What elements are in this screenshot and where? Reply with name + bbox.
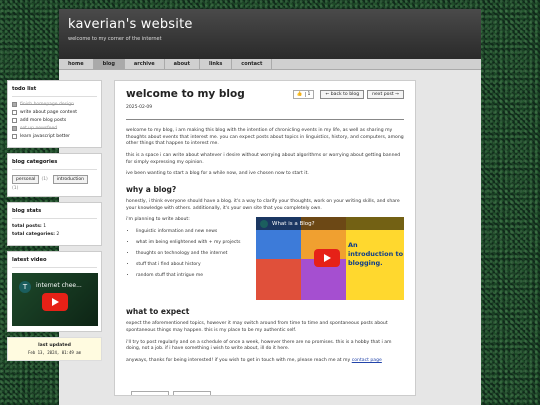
nav-home[interactable]: home [59,59,94,69]
checkbox-icon[interactable] [12,134,17,139]
video-titlebar: What is a Blog? [256,217,404,231]
nav-archive[interactable]: archive [125,59,165,69]
section-heading-why: why a blog? [126,184,177,194]
back-to-blog-button[interactable]: ← back to blog [320,89,365,99]
list-item: what im being enlightened with + my proj… [136,240,252,245]
post-paragraph: honestly, i think everyone should have a… [126,198,400,211]
video-heading: latest video [12,257,47,263]
post-paragraph: ive been wanting to start a blog for a w… [126,171,309,177]
next-post-button[interactable]: next post → [367,89,404,99]
nav-about[interactable]: about [165,59,200,69]
post-pager [131,391,211,395]
thumbs-up-icon: 👍 [296,91,303,97]
checkbox-icon[interactable] [12,118,17,123]
list-and-video: i'm planning to write about: linguistic … [126,217,404,301]
todo-box: todo list finish homepage design write a… [7,80,102,148]
post-paragraph: expect the aforementioned topics, howeve… [126,321,388,333]
play-icon[interactable] [42,293,68,311]
checkbox-checked-icon[interactable] [12,126,17,131]
categories-box: blog categories personal (1) introductio… [7,153,102,197]
todo-item[interactable]: finish homepage design [12,102,97,107]
nav-contact[interactable]: contact [232,59,273,69]
todo-item[interactable]: add more blog posts [12,118,97,123]
tag-count: (1) [12,186,19,191]
site-header: kaverian's website welcome to my corner … [59,9,481,59]
todo-heading: todo list [12,86,37,92]
list-item: thoughts on technology and the internet [136,251,252,256]
todo-item[interactable]: learn javascript better [12,134,97,139]
nav-blog[interactable]: blog [93,59,125,69]
topics-list: linguistic information and new news what… [126,229,252,278]
last-updated-date: Feb 13, 2024, 01:49 am [28,350,81,355]
pager-tab[interactable] [131,391,169,395]
site-title[interactable]: kaverian's website [68,17,472,32]
nav-links[interactable]: links [200,59,233,69]
categories-heading: blog categories [12,159,58,165]
post-paragraph: this is a space i can write about whatev… [126,152,401,165]
last-updated-box: last updated Feb 13, 2024, 01:49 am [7,337,102,361]
post-paragraph: anyways, thanks for being interested! if… [126,357,382,363]
tag-introduction[interactable]: introduction [52,175,88,184]
contact-page-link[interactable]: contact page [352,358,382,363]
stat-categories: total categories: 2 [12,232,60,237]
post-date: 2025-02-09 [126,105,153,110]
like-button[interactable]: 👍 1 [292,89,315,99]
site-subtitle: welcome to my corner of the internet [68,36,162,42]
blog-post: welcome to my blog 👍 1 ← back to blog nex… [114,80,416,396]
stats-heading: blog stats [12,208,42,214]
pager-tab[interactable] [173,391,211,395]
play-icon[interactable] [314,249,340,268]
todo-item[interactable]: write about page content [12,110,97,115]
divider [126,119,404,120]
video-caption: An introduction to blogging. [348,241,404,267]
blog-video-embed[interactable]: What is a Blog? An introduction to blogg… [256,217,404,301]
list-item: random stuff that intrigue me [136,273,252,278]
list-intro: i'm planning to write about: [126,217,190,223]
checkbox-icon[interactable] [12,110,17,115]
latest-video-embed[interactable]: T internet chee... [12,273,98,326]
main-nav: home blog archive about links contact [59,59,481,70]
checkbox-checked-icon[interactable] [12,102,17,107]
last-updated-label: last updated [38,343,71,348]
video-box: latest video T internet chee... [7,251,102,332]
tag-count: (1) [41,177,48,182]
post-paragraph: welcome to my blog, i am making this blo… [126,128,404,147]
todo-list: finish homepage design write about page … [12,102,97,139]
todo-item[interactable]: set up newsfeed [12,126,97,131]
section-heading-expect: what to expect [126,307,190,317]
tag-personal[interactable]: personal [12,175,40,184]
post-title: welcome to my blog [126,88,245,100]
channel-avatar [260,219,268,228]
channel-avatar: T [19,281,31,293]
video-title: What is a Blog? [272,220,315,227]
video-title: internet chee... [36,282,82,289]
sidebar: todo list finish homepage design write a… [7,80,102,361]
category-tags: personal (1) introduction (1) [12,175,97,191]
list-item: stuff that i find about history [136,262,252,267]
stat-posts: total posts: 1 [12,224,47,229]
post-paragraph: i'll try to post regularly and on a sche… [126,339,392,352]
stats-box: blog stats total posts: 1 total categori… [7,202,102,246]
list-item: linguistic information and new news [136,229,252,234]
post-header: welcome to my blog 👍 1 ← back to blog nex… [126,88,404,100]
